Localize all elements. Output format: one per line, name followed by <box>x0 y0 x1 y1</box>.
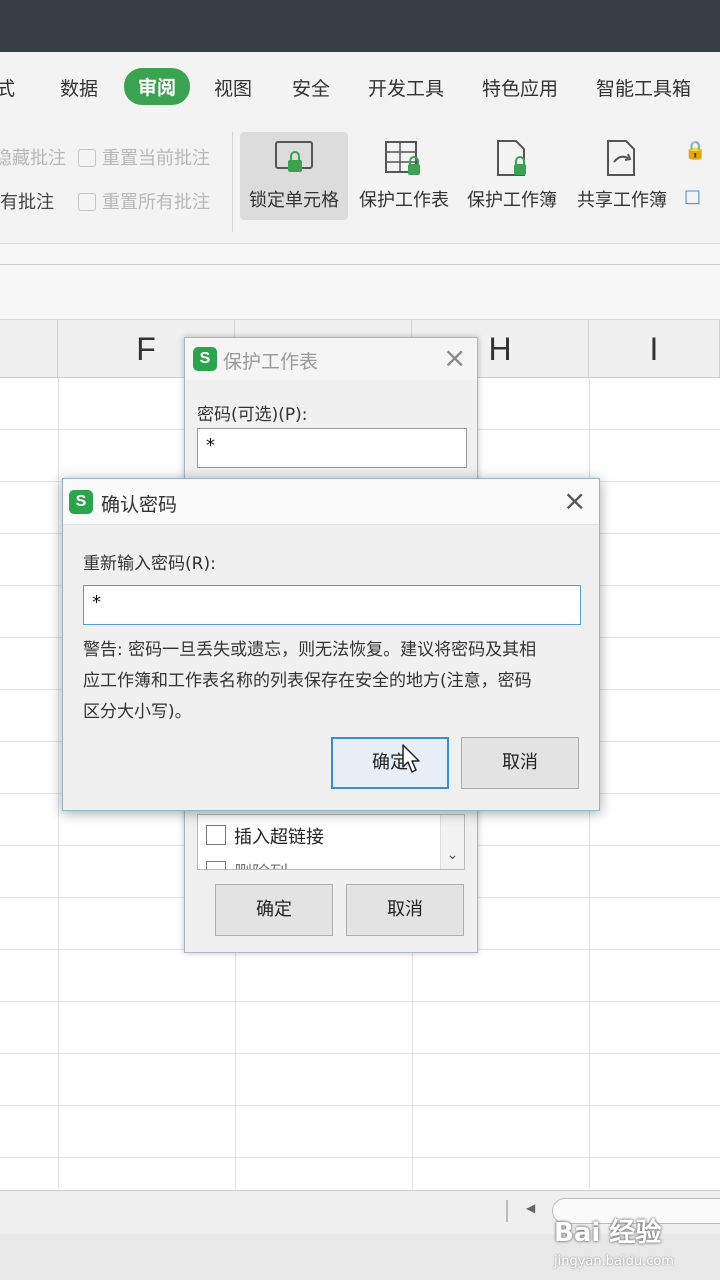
reset-current-comment-label: 重置当前批注 <box>102 148 210 169</box>
confirm-dialog-title: 确认密码 <box>101 494 178 516</box>
password-warning: 警告: 密码一旦丢失或遗忘，则无法恢复。建议将密码及其相 应工作簿和工作表名称的… <box>83 635 583 728</box>
grid-line <box>58 378 59 1190</box>
protect-workbook-label: 保护工作簿 <box>467 190 557 211</box>
menu-item-view[interactable]: 视图 <box>214 74 252 101</box>
mouse-cursor-icon <box>402 744 420 773</box>
scroll-left-icon[interactable]: ◀ <box>526 1201 535 1215</box>
reset-all-comments-button[interactable]: 重置所有批注 <box>78 188 210 214</box>
comment-icon <box>78 193 96 211</box>
reenter-password-label: 重新输入密码(R): <box>83 554 216 574</box>
column-header-i[interactable]: I <box>589 320 720 378</box>
chevron-down-icon[interactable]: ⌄ <box>440 815 464 869</box>
protect-ok-button[interactable]: 确定 <box>215 884 333 936</box>
comment-icon <box>78 149 96 167</box>
protect-sheet-label: 保护工作表 <box>359 190 449 211</box>
menu-item-security[interactable]: 安全 <box>292 74 330 101</box>
lock-cell-icon <box>275 141 313 172</box>
confirm-cancel-button[interactable]: 取消 <box>461 737 579 789</box>
confirm-password-dialog: S 确认密码 × 重新输入密码(R): * 警告: 密码一旦丢失或遗忘，则无法恢… <box>62 478 600 811</box>
watermark-url: jingyan.baidu.com <box>554 1254 674 1269</box>
menu-bar: 式 数据 审阅 视图 安全 开发工具 特色应用 智能工具箱 <box>0 52 720 124</box>
formula-area <box>0 244 720 320</box>
warning-line: 警告: 密码一旦丢失或遗忘，则无法恢复。建议将密码及其相 <box>83 640 537 660</box>
confirm-ok-button[interactable]: 确定 <box>331 737 449 789</box>
menu-item-developer[interactable]: 开发工具 <box>368 74 444 101</box>
title-bar <box>0 0 720 52</box>
watermark-logo-text: Bai 经验 <box>554 1218 662 1248</box>
close-icon[interactable]: × <box>443 344 466 372</box>
show-comments-label: 有批注 <box>0 192 54 213</box>
share-workbook-icon <box>607 140 635 176</box>
menu-item-special-apps[interactable]: 特色应用 <box>482 74 558 101</box>
permission-list: 插入超链接 删除列 ⌄ <box>197 814 465 870</box>
insert-hyperlink-checkbox[interactable] <box>206 825 226 845</box>
lock-small-icon[interactable]: 🔒 <box>684 140 706 161</box>
protect-dialog-titlebar: S 保护工作表 × <box>185 338 477 380</box>
password-optional-input[interactable]: * <box>197 428 467 468</box>
baidu-jingyan-watermark: Bai 经验 jingyan.baidu.com <box>548 1202 718 1276</box>
hide-comments-label: 隐藏批注 <box>0 148 66 169</box>
share-workbook-label: 共享工作簿 <box>577 190 667 211</box>
menu-item-data[interactable]: 数据 <box>60 74 98 101</box>
warning-line: 应工作簿和工作表名称的列表保存在安全的地方(注意，密码 <box>83 671 532 691</box>
lock-cell-label: 锁定单元格 <box>249 190 339 211</box>
menu-item-review[interactable]: 审阅 <box>124 68 191 105</box>
reset-current-comment-button[interactable]: 重置当前批注 <box>78 144 210 170</box>
share-workbook-button[interactable]: 共享工作簿 <box>570 132 674 220</box>
delete-column-label: 删除列 <box>234 859 288 869</box>
warning-line: 区分大小写)。 <box>83 702 192 722</box>
ribbon: 隐藏批注 重置当前批注 有批注 重置所有批注 锁定单元格 保护工作表 保护工作簿 <box>0 124 720 244</box>
scroll-divider <box>506 1200 508 1222</box>
delete-column-checkbox[interactable] <box>206 861 226 869</box>
reenter-password-input[interactable]: * <box>83 585 581 625</box>
edit-range-icon[interactable]: □ <box>684 186 701 207</box>
protect-sheet-button[interactable]: 保护工作表 <box>352 132 456 220</box>
formula-divider <box>0 264 720 265</box>
menu-item-formula[interactable]: 式 <box>0 74 15 101</box>
protect-dialog-title: 保护工作表 <box>223 351 319 373</box>
lock-cell-button[interactable]: 锁定单元格 <box>240 132 348 220</box>
password-optional-label: 密码(可选)(P): <box>197 405 308 425</box>
protect-sheet-icon <box>385 141 420 175</box>
protect-workbook-icon <box>497 140 526 176</box>
protect-workbook-button[interactable]: 保护工作簿 <box>460 132 564 220</box>
wps-app-icon: S <box>69 490 93 514</box>
hide-comments-button[interactable]: 隐藏批注 <box>0 144 66 170</box>
confirm-dialog-titlebar: S 确认密码 × <box>63 479 599 525</box>
protect-cancel-button[interactable]: 取消 <box>346 884 464 936</box>
column-header-blank <box>0 320 58 378</box>
ribbon-divider <box>232 132 233 232</box>
menu-item-smart-toolbox[interactable]: 智能工具箱 <box>596 74 691 101</box>
show-comments-button[interactable]: 有批注 <box>0 188 54 214</box>
reset-all-comments-label: 重置所有批注 <box>102 192 210 213</box>
insert-hyperlink-label: 插入超链接 <box>234 827 324 848</box>
wps-app-icon: S <box>193 347 217 371</box>
close-icon[interactable]: × <box>563 487 586 515</box>
